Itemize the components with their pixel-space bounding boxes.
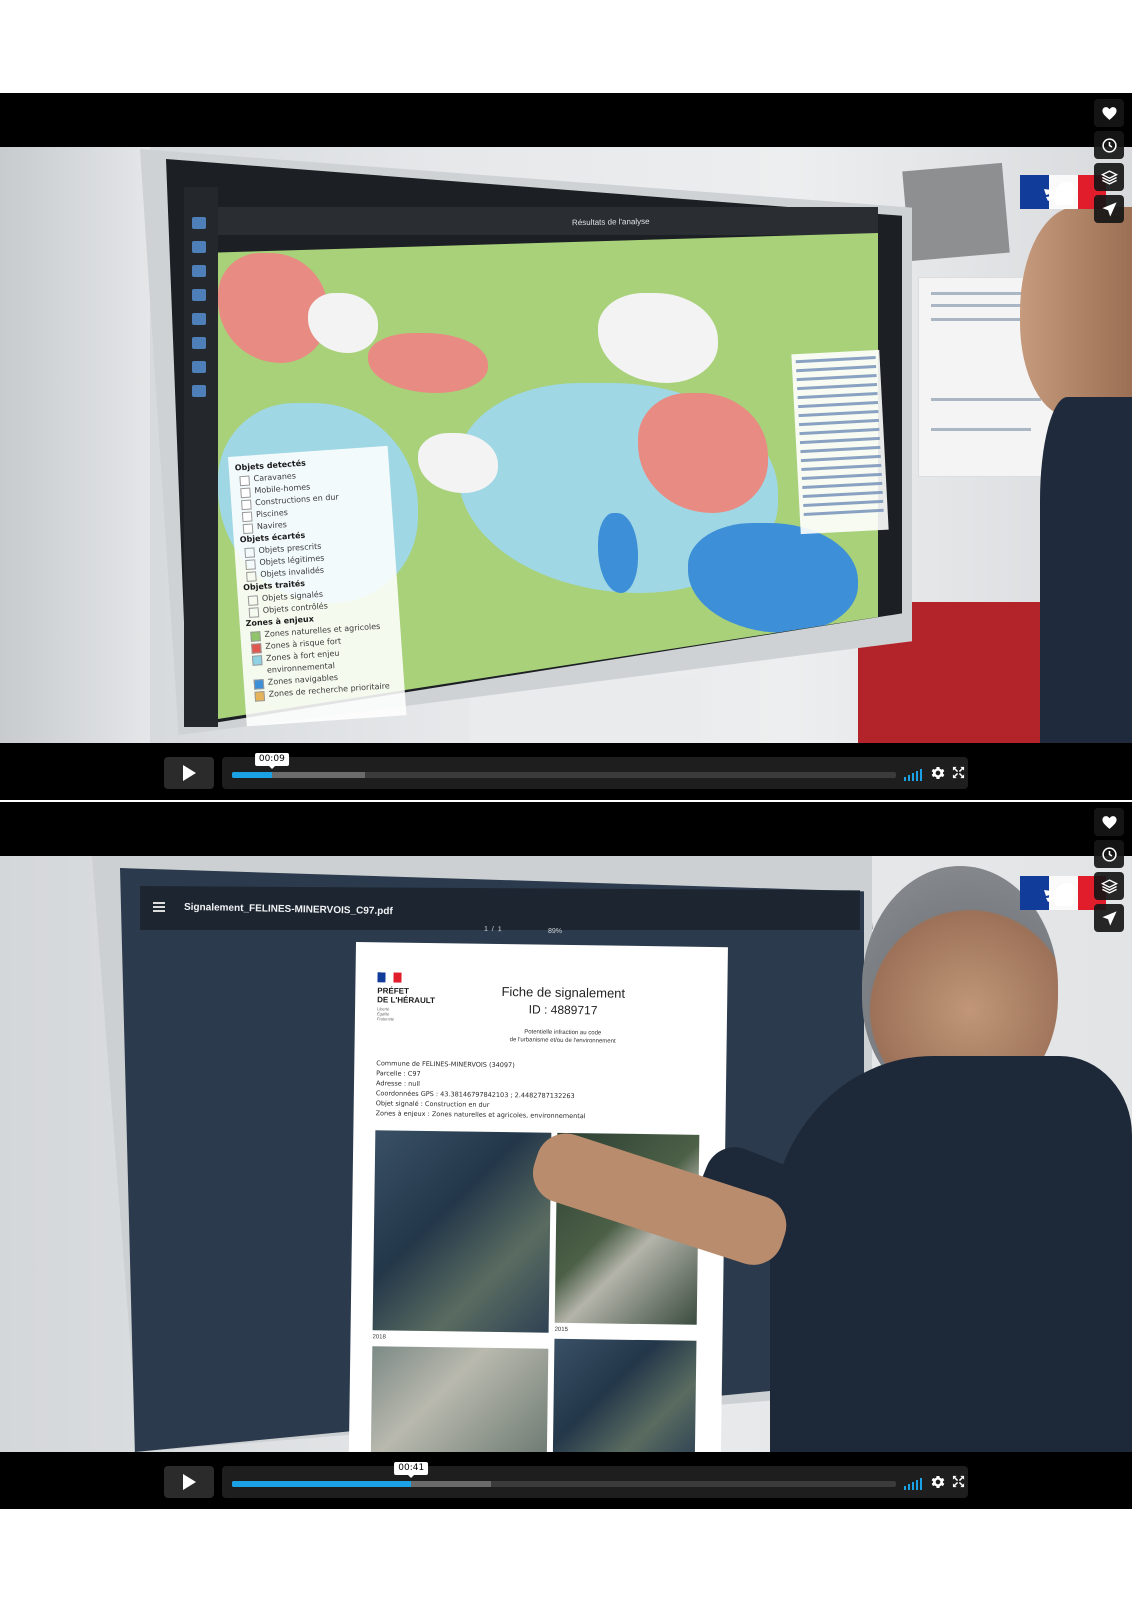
pdf-zoom-level: 89% <box>547 927 563 936</box>
play-icon <box>183 1474 196 1490</box>
image-year-label: 2018 <box>372 1334 386 1341</box>
share-button[interactable] <box>1094 904 1124 932</box>
map-app-topbar <box>218 207 878 235</box>
document-details: Commune de FELINES-MINERVOIS (34097) Par… <box>376 1058 587 1121</box>
side-icon-stack <box>1094 808 1124 932</box>
video-frame-2[interactable]: Signalement_FELINES-MINERVOIS_C97.pdf 1 … <box>0 856 1132 1452</box>
side-icon-stack <box>1094 99 1124 223</box>
presenter-head <box>1020 207 1132 417</box>
play-button[interactable] <box>164 757 214 789</box>
wall-photo <box>902 162 1010 262</box>
gear-icon[interactable] <box>930 1474 946 1490</box>
progress-played <box>232 1481 412 1487</box>
like-button[interactable] <box>1094 99 1124 127</box>
fullscreen-icon[interactable] <box>952 766 965 779</box>
time-tooltip: 00:09 <box>254 753 289 769</box>
document-subtitle: Potentielle infraction au code de l'urba… <box>463 1027 663 1046</box>
send-icon <box>1101 910 1117 926</box>
video-frame-1[interactable]: Résultats de l'analyse Objets detectés C… <box>0 147 1132 743</box>
subtitle-line: de l'urbanisme et/ou de l'environnement <box>509 1037 616 1045</box>
control-bar: 00:09 <box>0 743 1132 800</box>
aerial-image <box>372 1130 552 1333</box>
send-icon <box>1101 201 1117 217</box>
progress-container: 00:41 <box>222 1462 968 1498</box>
aerial-image <box>552 1338 697 1452</box>
document-id: ID : 4889717 <box>528 1002 598 1018</box>
play-button[interactable] <box>164 1466 214 1498</box>
heart-icon <box>1101 815 1117 829</box>
layers-icon <box>1100 878 1118 894</box>
map-app-sidebar <box>184 187 218 727</box>
room-left-wall <box>0 147 150 743</box>
motto-line: Fraternité <box>376 1016 395 1022</box>
like-button[interactable] <box>1094 808 1124 836</box>
video-player-1[interactable]: Résultats de l'analyse Objets detectés C… <box>0 93 1132 800</box>
video-player-2[interactable]: Signalement_FELINES-MINERVOIS_C97.pdf 1 … <box>0 802 1132 1509</box>
volume-button[interactable] <box>904 767 924 781</box>
play-icon <box>183 765 196 781</box>
pdf-page-indicator: 1 / 1 <box>483 925 503 934</box>
collections-button[interactable] <box>1094 872 1124 900</box>
clock-icon <box>1101 137 1117 153</box>
progress-bar[interactable] <box>232 772 896 778</box>
prefecture-flag <box>377 972 402 983</box>
heart-icon <box>1101 106 1117 120</box>
collections-button[interactable] <box>1094 163 1124 191</box>
clock-icon <box>1101 846 1117 862</box>
share-button[interactable] <box>1094 195 1124 223</box>
control-bar: 00:41 <box>0 1452 1132 1509</box>
image-year-label: 2015 <box>554 1326 569 1333</box>
progress-played <box>232 772 272 778</box>
aerial-image <box>370 1346 549 1452</box>
presenter-body <box>1040 397 1132 743</box>
menu-icon <box>153 902 165 912</box>
time-tooltip: 00:41 <box>394 1462 429 1478</box>
watch-later-button[interactable] <box>1094 131 1124 159</box>
volume-button[interactable] <box>904 1476 924 1490</box>
map-legend: Objets detectés Caravanes Mobile-homes C… <box>228 445 407 727</box>
gear-icon[interactable] <box>930 765 946 781</box>
progress-container: 00:09 <box>222 753 968 789</box>
marianne-profile-icon <box>1044 882 1077 906</box>
marianne-profile-icon <box>1044 181 1077 205</box>
prefecture-name: PRÉFET DE L'HÉRAULT <box>377 986 435 1005</box>
watch-later-button[interactable] <box>1094 840 1124 868</box>
progress-bar[interactable] <box>232 1481 896 1487</box>
fullscreen-icon[interactable] <box>952 1475 965 1488</box>
detail-line: Zones à enjeux : Zones naturelles et agr… <box>375 1109 586 1121</box>
document-title: Fiche de signalement <box>501 984 626 1001</box>
prefecture-motto: Liberté Égalité Fraternité <box>377 1006 394 1021</box>
map-layer-panel <box>791 349 889 535</box>
layers-icon <box>1100 169 1118 185</box>
presenter-body <box>770 1056 1132 1452</box>
prefecture-line: DE L'HÉRAULT <box>377 995 436 1006</box>
